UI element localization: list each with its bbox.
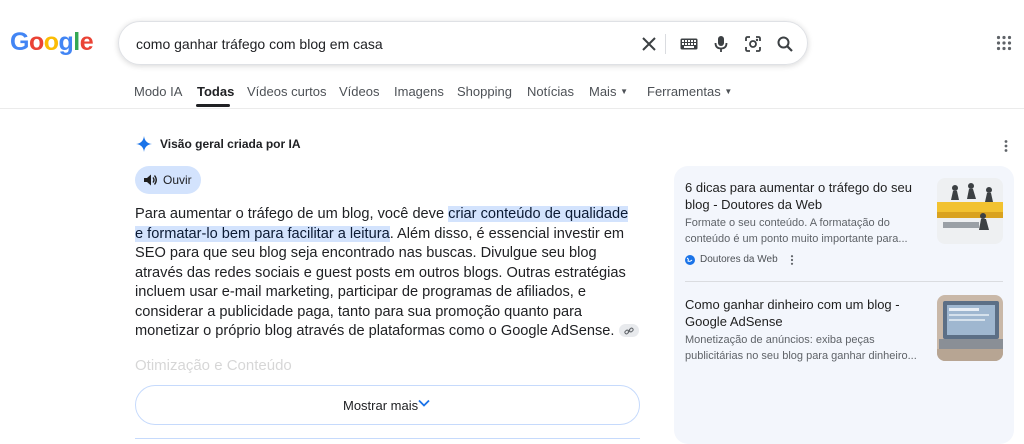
header-divider	[0, 108, 1024, 109]
speaker-icon	[144, 174, 157, 186]
dropdown-arrow-icon: ▼	[620, 87, 628, 96]
source-divider	[685, 281, 1003, 282]
more-vert-icon	[1004, 140, 1008, 152]
tab-mais[interactable]: Mais ▼	[589, 84, 628, 99]
logo-letter: g	[58, 28, 74, 56]
tab-videos[interactable]: Vídeos	[339, 84, 379, 99]
ai-overview-text: Para aumentar o tráfego de um blog, você…	[135, 205, 640, 342]
chevron-down-icon	[418, 399, 430, 407]
apps-button[interactable]	[996, 35, 1012, 51]
tab-ferramentas[interactable]: Ferramentas ▼	[647, 84, 732, 99]
tab-ferramentas-label: Ferramentas	[647, 84, 721, 99]
listen-button[interactable]: Ouvir	[135, 166, 201, 194]
tab-videos-curtos[interactable]: Vídeos curtos	[247, 84, 327, 99]
listen-label: Ouvir	[163, 173, 192, 187]
globe-icon	[685, 255, 695, 265]
tab-imagens[interactable]: Imagens	[394, 84, 444, 99]
lens-icon	[745, 36, 761, 52]
source-title[interactable]: Como ganhar dinheiro com um blog - Googl…	[685, 296, 925, 330]
ai-overview-title: Visão geral criada por IA	[160, 137, 301, 151]
keyboard-button[interactable]	[679, 34, 699, 54]
source-link-chip[interactable]	[618, 323, 639, 337]
gemini-sparkle-icon	[136, 136, 152, 152]
more-options-button[interactable]	[1004, 139, 1008, 157]
source-thumbnail[interactable]	[937, 178, 1003, 244]
voice-search-button[interactable]	[711, 34, 731, 54]
tab-modo-ia[interactable]: Modo IA	[134, 84, 182, 99]
clear-button[interactable]	[639, 34, 659, 54]
search-divider	[665, 34, 666, 54]
search-button[interactable]	[775, 34, 795, 54]
link-icon	[623, 327, 634, 334]
show-more-button[interactable]: Mostrar mais	[135, 385, 640, 425]
source-site-name: Doutores da Web	[700, 254, 778, 265]
logo-letter: G	[10, 28, 29, 56]
tab-shopping[interactable]: Shopping	[457, 84, 512, 99]
ai-text-before: Para aumentar o tráfego de um blog, você…	[135, 206, 449, 222]
tab-todas[interactable]: Todas	[197, 84, 234, 99]
search-icon	[777, 36, 793, 52]
section-bottom-border	[135, 438, 640, 439]
faded-section-heading: Otimização e Conteúdo	[135, 357, 292, 374]
apps-grid-icon	[996, 35, 1012, 51]
lens-button[interactable]	[743, 34, 763, 54]
source-snippet: Formate o seu conteúdo. A formatação do …	[685, 217, 908, 245]
source-snippet: Monetização de anúncios: exiba peças pub…	[685, 334, 917, 362]
more-vert-icon[interactable]	[790, 255, 794, 265]
logo-letter: o	[43, 28, 59, 56]
close-icon	[642, 37, 656, 51]
tab-mais-label: Mais	[589, 84, 617, 99]
logo-letter: o	[28, 28, 44, 56]
source-thumbnail[interactable]	[937, 295, 1003, 361]
keyboard-icon	[680, 38, 698, 50]
tab-noticias[interactable]: Notícias	[527, 84, 574, 99]
logo-letter: e	[79, 28, 94, 56]
show-more-label: Mostrar mais	[343, 398, 419, 413]
ai-text-after: . Além disso, é essencial investir em SE…	[135, 225, 626, 340]
laptop-thumbnail-image	[937, 295, 1003, 361]
microphone-icon	[714, 36, 728, 52]
runners-thumbnail-image	[937, 178, 1003, 244]
search-box[interactable]: como ganhar tráfego com blog em casa	[118, 21, 808, 65]
dropdown-arrow-icon: ▼	[724, 87, 733, 96]
active-tab-indicator	[196, 104, 230, 107]
search-input[interactable]: como ganhar tráfego com blog em casa	[136, 36, 383, 52]
source-title[interactable]: 6 dicas para aumentar o tráfego do seu b…	[685, 179, 925, 213]
google-logo[interactable]: Google	[10, 28, 94, 57]
sources-panel: 6 dicas para aumentar o tráfego do seu b…	[674, 166, 1014, 444]
